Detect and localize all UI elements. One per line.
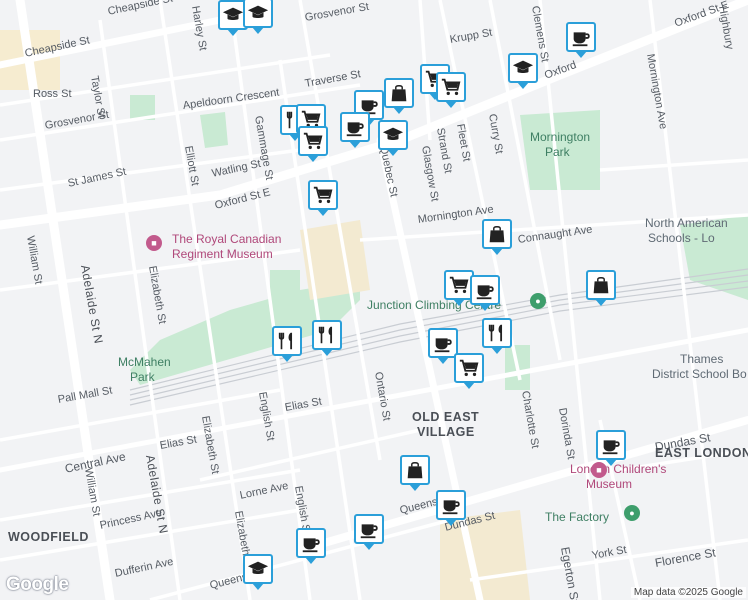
neighbourhood-label: OLD EAST — [412, 410, 480, 424]
school-icon — [247, 558, 269, 580]
map-canvas[interactable]: Cheapside St Cheapside St Grosvenor St G… — [0, 0, 748, 600]
attraction-icon: ● — [624, 505, 640, 521]
map-attribution[interactable]: Map data ©2025 Google — [630, 587, 746, 598]
google-logo: Google — [6, 574, 69, 595]
coffee-icon — [570, 26, 592, 48]
school-icon — [247, 2, 269, 24]
place-label[interactable]: Schools - Lo — [648, 231, 715, 245]
coffee-icon — [300, 532, 322, 554]
climbing-icon: ● — [530, 293, 546, 309]
place-label[interactable]: Park — [545, 145, 570, 159]
map-marker-shop[interactable] — [586, 270, 616, 306]
coffee-icon — [358, 518, 380, 540]
place-label[interactable]: London Children's — [570, 462, 666, 476]
shopping-bag-icon — [404, 459, 426, 481]
map-marker-grocery[interactable] — [454, 353, 484, 389]
map-marker-school[interactable] — [243, 554, 273, 590]
place-label[interactable]: Regiment Museum — [172, 247, 273, 261]
place-label[interactable]: North American — [645, 216, 728, 230]
neighbourhood-label: WOODFIELD — [8, 530, 89, 544]
coffee-icon — [600, 434, 622, 456]
school-icon — [512, 57, 534, 79]
shopping-cart-icon — [448, 274, 470, 296]
map-marker-cafe[interactable] — [340, 112, 370, 148]
map-marker-grocery[interactable] — [298, 126, 328, 162]
map-marker-shop[interactable] — [400, 455, 430, 491]
park-area — [200, 112, 228, 148]
map-marker-cafe[interactable] — [436, 490, 466, 526]
map-marker-cafe[interactable] — [296, 528, 326, 564]
map-marker-grocery[interactable] — [308, 180, 338, 216]
shopping-cart-icon — [458, 357, 480, 379]
map-marker-cafe[interactable] — [354, 514, 384, 550]
coffee-icon — [474, 279, 496, 301]
school-icon — [222, 4, 244, 26]
map-marker-cafe[interactable] — [596, 430, 626, 466]
place-label[interactable]: McMahen — [118, 355, 171, 369]
map-marker-grocery[interactable] — [436, 72, 466, 108]
museum-icon: ■ — [146, 235, 162, 251]
neighbourhood-label: VILLAGE — [417, 425, 475, 439]
coffee-icon — [440, 494, 462, 516]
map-marker-school[interactable] — [508, 53, 538, 89]
street-label: Ross St — [33, 88, 72, 100]
place-label[interactable]: District School Bo — [652, 367, 747, 381]
restaurant-icon — [276, 330, 298, 352]
map-marker-shop[interactable] — [384, 78, 414, 114]
park-area — [270, 270, 300, 300]
place-label[interactable]: Museum — [586, 477, 632, 491]
map-marker-restaurant[interactable] — [272, 326, 302, 362]
map-marker-school[interactable] — [243, 0, 273, 34]
map-marker-cafe[interactable] — [566, 22, 596, 58]
map-marker-restaurant[interactable] — [312, 320, 342, 356]
shopping-cart-icon — [302, 130, 324, 152]
map-marker-cafe[interactable] — [470, 275, 500, 311]
coffee-icon — [344, 116, 366, 138]
shopping-bag-icon — [486, 223, 508, 245]
place-label[interactable]: Thames — [680, 352, 723, 366]
coffee-icon — [432, 332, 454, 354]
neighbourhood-label: EAST LONDON — [655, 446, 748, 460]
place-label[interactable]: The Royal Canadian — [172, 232, 281, 246]
map-marker-shop[interactable] — [482, 219, 512, 255]
place-label[interactable]: Park — [130, 370, 155, 384]
school-icon — [382, 124, 404, 146]
shopping-cart-icon — [440, 76, 462, 98]
restaurant-icon — [486, 322, 508, 344]
shopping-bag-icon — [590, 274, 612, 296]
place-label[interactable]: Mornington — [530, 130, 590, 144]
place-label[interactable]: The Factory — [545, 510, 609, 524]
restaurant-icon — [316, 324, 338, 346]
shopping-cart-icon — [312, 184, 334, 206]
shopping-bag-icon — [388, 82, 410, 104]
map-marker-restaurant[interactable] — [482, 318, 512, 354]
map-marker-school[interactable] — [378, 120, 408, 156]
